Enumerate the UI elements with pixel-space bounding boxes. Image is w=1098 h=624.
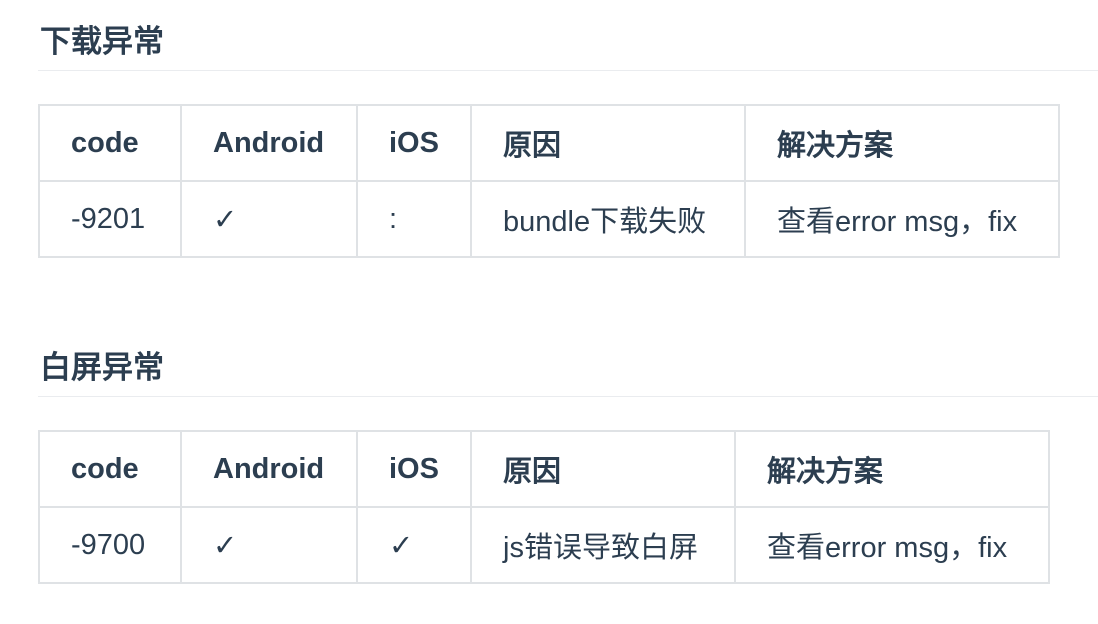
column-header-code: code <box>38 430 182 508</box>
heading-divider <box>38 70 1098 71</box>
section-heading: 白屏异常 <box>40 350 164 386</box>
column-header-ios: iOS <box>356 430 472 508</box>
error-code-table: code Android iOS 原因 解决方案 -9201 ✓ : bundl… <box>38 104 1060 258</box>
column-header-android: Android <box>180 430 358 508</box>
cell-code: -9700 <box>38 506 182 584</box>
cell-reason: js错误导致白屏 <box>470 506 736 584</box>
table-row: -9700 ✓ ✓ js错误导致白屏 查看error msg，fix <box>38 506 1050 584</box>
cell-android-check: ✓ <box>180 506 358 584</box>
table-row: -9201 ✓ : bundle下载失败 查看error msg，fix <box>38 180 1060 258</box>
column-header-code: code <box>38 104 182 182</box>
heading-divider <box>38 396 1098 397</box>
error-code-table: code Android iOS 原因 解决方案 -9700 ✓ ✓ js错误导… <box>38 430 1050 584</box>
cell-ios-status: : <box>356 180 472 258</box>
table-header-row: code Android iOS 原因 解决方案 <box>38 104 1060 182</box>
cell-solution: 查看error msg，fix <box>734 506 1050 584</box>
column-header-reason: 原因 <box>470 430 736 508</box>
cell-ios-check: ✓ <box>356 506 472 584</box>
cell-android-check: ✓ <box>180 180 358 258</box>
cell-solution: 查看error msg，fix <box>744 180 1060 258</box>
column-header-reason: 原因 <box>470 104 746 182</box>
section-heading: 下载异常 <box>40 24 164 60</box>
cell-code: -9201 <box>38 180 182 258</box>
column-header-solution: 解决方案 <box>734 430 1050 508</box>
column-header-solution: 解决方案 <box>744 104 1060 182</box>
table-header-row: code Android iOS 原因 解决方案 <box>38 430 1050 508</box>
column-header-ios: iOS <box>356 104 472 182</box>
column-header-android: Android <box>180 104 358 182</box>
cell-reason: bundle下载失败 <box>470 180 746 258</box>
